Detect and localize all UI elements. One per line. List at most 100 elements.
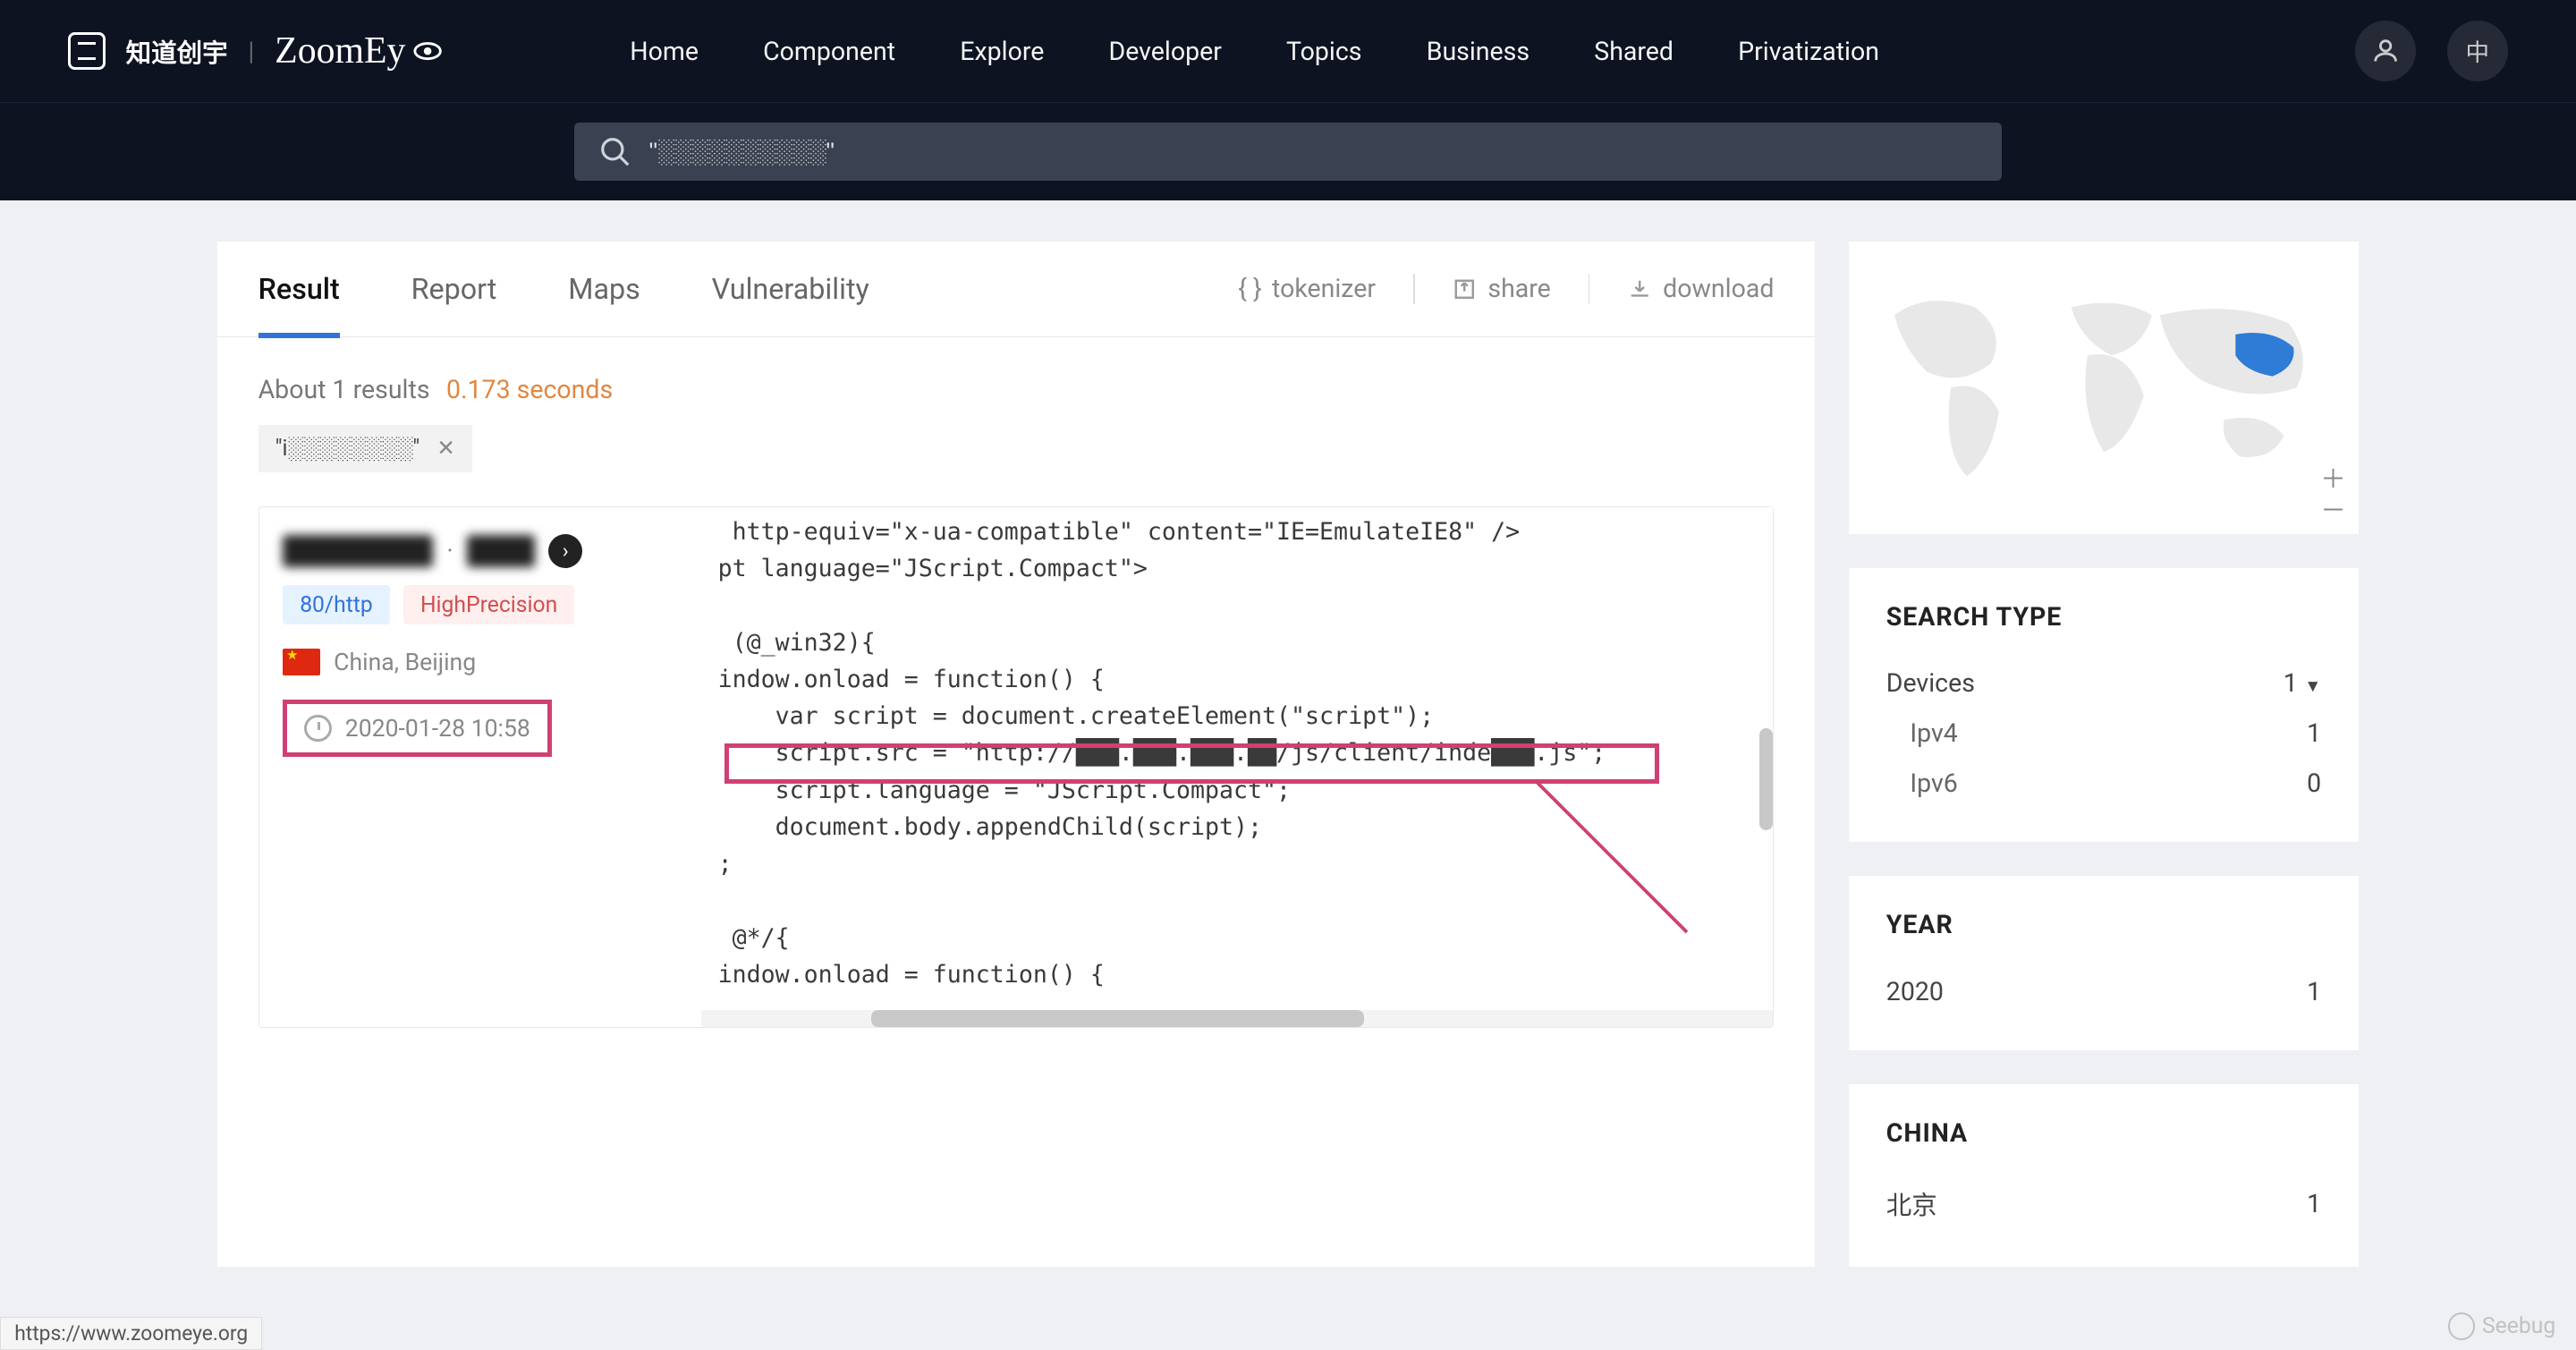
- tokenizer-button[interactable]: { } tokenizer: [1238, 274, 1376, 304]
- facet-china-label: 北京: [1886, 1185, 1937, 1222]
- result-summary: ███████ · ███ › 80/http HighPrecision Ch…: [259, 507, 701, 1027]
- nav-home[interactable]: Home: [630, 37, 699, 66]
- timestamp-highlight: 2020-01-28 10:58: [283, 700, 552, 757]
- result-item: ███████ · ███ › 80/http HighPrecision Ch…: [258, 506, 1775, 1028]
- download-button[interactable]: download: [1627, 274, 1774, 304]
- results-meta: About 1 results 0.173 seconds: [217, 337, 1815, 425]
- horizontal-scrollbar-track[interactable]: [701, 1010, 1774, 1027]
- results-time: 0.173 seconds: [446, 375, 613, 404]
- seebug-watermark: Seebug: [2448, 1312, 2555, 1339]
- results-count: About 1 results: [258, 375, 430, 404]
- product-name: ZoomEy: [275, 30, 443, 72]
- download-icon: [1627, 276, 1653, 302]
- facet-devices[interactable]: Devices 1 ▼: [1886, 658, 2321, 709]
- results-panel: Result Report Maps Vulnerability { } tok…: [217, 242, 1815, 1267]
- host-masked: ███████: [283, 535, 433, 568]
- nav-privatization[interactable]: Privatization: [1738, 37, 1879, 66]
- product-text: ZoomEy: [275, 30, 405, 72]
- share-button[interactable]: share: [1452, 274, 1550, 304]
- divider: [1589, 274, 1590, 304]
- result-host[interactable]: ███████ · ███ ›: [283, 534, 677, 568]
- download-label: download: [1663, 274, 1774, 303]
- facet-ipv6-label: Ipv6: [1910, 768, 1957, 798]
- facet-year-row[interactable]: 2020 1: [1886, 967, 2321, 1017]
- caret-down-icon: ▼: [2304, 675, 2321, 696]
- world-map[interactable]: ＋ －: [1849, 242, 2359, 534]
- divider: [1413, 274, 1415, 304]
- seebug-icon: [2448, 1312, 2475, 1339]
- facet-china-row[interactable]: 北京 1: [1886, 1176, 2321, 1233]
- filter-chip[interactable]: "i░░░░░░░░" ✕: [258, 425, 472, 472]
- brand-separator: |: [248, 37, 254, 66]
- facet-ipv6-count: 0: [2307, 768, 2321, 798]
- nav-explore[interactable]: Explore: [960, 37, 1044, 66]
- timestamp-text: 2020-01-28 10:58: [345, 715, 530, 743]
- facet-ipv4-label: Ipv4: [1910, 718, 1957, 748]
- filter-chip-text: "i░░░░░░░░": [275, 436, 420, 462]
- facet-china-count: 1: [2307, 1189, 2321, 1218]
- share-label: share: [1487, 274, 1550, 303]
- facet-ipv6[interactable]: Ipv6 0: [1886, 759, 2321, 809]
- facet-devices-count: 1: [2284, 668, 2298, 698]
- brand[interactable]: 知道创宇 | ZoomEy: [68, 30, 443, 72]
- language-button[interactable]: 中: [2447, 21, 2508, 81]
- nav-business[interactable]: Business: [1427, 37, 1530, 66]
- result-code: http-equiv="x-ua-compatible" content="IE…: [701, 507, 1774, 1027]
- facet-year: YEAR 2020 1: [1849, 876, 2359, 1050]
- search-input[interactable]: [649, 138, 1979, 166]
- nav-component[interactable]: Component: [763, 37, 895, 66]
- nav-right: 中: [2355, 21, 2508, 81]
- facet-year-count: 1: [2307, 977, 2321, 1006]
- facet-year-label: 2020: [1886, 977, 1944, 1006]
- facet-ipv4-count: 1: [2307, 718, 2321, 748]
- tab-maps[interactable]: Maps: [568, 242, 640, 336]
- result-badges: 80/http HighPrecision: [283, 585, 677, 624]
- search-box[interactable]: [574, 123, 2002, 181]
- location-text: China, Beijing: [334, 649, 476, 676]
- facet-ipv4[interactable]: Ipv4 1: [1886, 709, 2321, 759]
- tab-report[interactable]: Report: [411, 242, 497, 336]
- horizontal-scrollbar-thumb[interactable]: [871, 1010, 1364, 1027]
- company-name: 知道创宇: [126, 33, 228, 70]
- tab-actions: { } tokenizer share download: [1238, 274, 1774, 304]
- tab-vulnerability[interactable]: Vulnerability: [712, 242, 869, 336]
- map-zoom-controls: ＋ －: [2318, 463, 2348, 523]
- facet-search-type: SEARCH TYPE Devices 1 ▼ Ipv4 1 Ipv6 0: [1849, 568, 2359, 843]
- port-badge[interactable]: 80/http: [283, 585, 390, 624]
- seebug-label: Seebug: [2482, 1313, 2555, 1339]
- clock-icon: [304, 715, 331, 742]
- eye-icon: [412, 36, 443, 66]
- vertical-scrollbar[interactable]: [1759, 728, 1773, 830]
- share-icon: [1452, 276, 1478, 302]
- code-snippet[interactable]: http-equiv="x-ua-compatible" content="IE…: [701, 507, 1774, 1000]
- nav-developer[interactable]: Developer: [1109, 37, 1222, 66]
- host-masked-2: ███: [467, 535, 535, 568]
- facet-china: CHINA 北京 1: [1849, 1084, 2359, 1266]
- user-icon: [2370, 36, 2401, 66]
- search-icon: [598, 135, 632, 169]
- braces-icon: { }: [1238, 274, 1261, 303]
- zoom-in-button[interactable]: ＋: [2318, 463, 2348, 493]
- filter-chip-close-icon[interactable]: ✕: [436, 435, 455, 462]
- nav-topics[interactable]: Topics: [1286, 37, 1361, 66]
- facet-title: SEARCH TYPE: [1886, 602, 2321, 632]
- result-location[interactable]: China, Beijing: [283, 649, 677, 676]
- tab-result[interactable]: Result: [258, 242, 340, 336]
- status-bar-url: https://www.zoomeye.org: [0, 1317, 262, 1350]
- china-flag-icon: [283, 649, 320, 675]
- world-map-svg: [1862, 255, 2345, 520]
- facet-devices-label: Devices: [1886, 668, 1975, 698]
- tab-bar: Result Report Maps Vulnerability { } tok…: [217, 242, 1815, 337]
- nav-shared[interactable]: Shared: [1594, 37, 1674, 66]
- facet-china-title: CHINA: [1886, 1118, 2321, 1148]
- user-button[interactable]: [2355, 21, 2416, 81]
- top-nav: 知道创宇 | ZoomEy Home Component Explore Dev…: [0, 0, 2576, 102]
- zoom-out-button[interactable]: －: [2318, 493, 2348, 523]
- company-logo-icon: [68, 32, 106, 70]
- facet-year-title: YEAR: [1886, 910, 2321, 939]
- host-expand-icon[interactable]: ›: [548, 534, 582, 568]
- main-nav: Home Component Explore Developer Topics …: [630, 37, 1879, 66]
- precision-badge: HighPrecision: [403, 585, 574, 624]
- search-band: [0, 102, 2576, 200]
- sidebar: ＋ － SEARCH TYPE Devices 1 ▼ Ipv4 1 Ipv6 0…: [1849, 242, 2359, 1267]
